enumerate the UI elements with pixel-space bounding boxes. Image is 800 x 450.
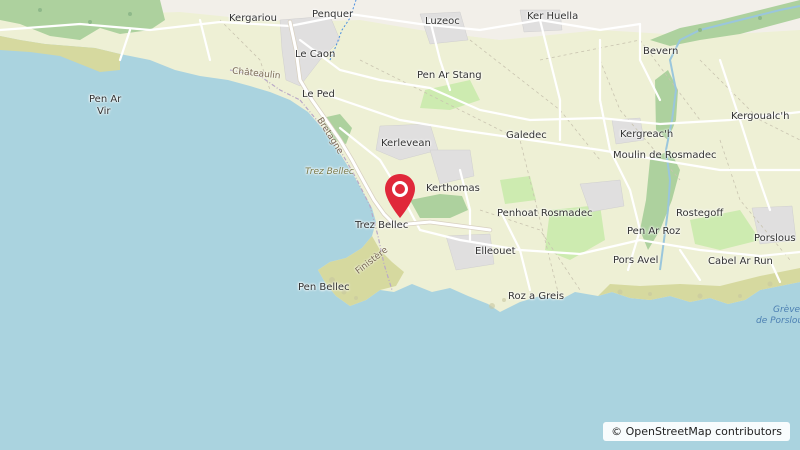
place-luzeoc: Luzeoc — [425, 16, 460, 27]
place-kerthomas: Kerthomas — [426, 183, 480, 194]
place-elleouet: Elleouet — [475, 246, 516, 257]
grass-4 — [500, 176, 536, 204]
place-penquer: Penquer — [312, 9, 354, 20]
place-rostegoff: Rostegoff — [676, 208, 724, 219]
place-penhoat-rosmadec: Penhoat Rosmadec — [497, 208, 593, 219]
place-bevern: Bevern — [643, 46, 679, 57]
place-pen-ar-vir-line1: Pen Ar — [89, 94, 122, 105]
place-le-caon: Le Caon — [295, 49, 336, 60]
place-roz-a-greis: Roz a Greis — [508, 291, 565, 302]
place-pen-ar-vir-line2: Vir — [97, 106, 111, 117]
place-porslous: Porslous — [754, 233, 796, 244]
place-galedec: Galedec — [506, 130, 547, 141]
place-pen-bellec: Pen Bellec — [298, 282, 350, 293]
location-pin-icon[interactable] — [382, 172, 418, 226]
place-cabel-ar-run: Cabel Ar Run — [708, 256, 773, 267]
place-kergoualch: Kergoualc'h — [731, 111, 790, 122]
place-kerlevean: Kerlevean — [381, 138, 431, 149]
attribution[interactable]: © OpenStreetMap contributors — [603, 422, 790, 441]
water-greve-line2: de Porslous — [756, 316, 800, 326]
place-ker-huella: Ker Huella — [527, 11, 579, 22]
place-kergariou: Kergariou — [229, 13, 277, 24]
place-pors-avel: Pors Avel — [613, 255, 659, 266]
place-le-ped: Le Ped — [302, 89, 335, 100]
place-moulin-de-rosmadec: Moulin de Rosmadec — [613, 150, 717, 161]
map-canvas[interactable]: Kergariou Penquer Luzeoc Ker Huella Beve… — [0, 0, 800, 450]
place-pen-ar-roz: Pen Ar Roz — [627, 226, 681, 237]
place-pen-ar-stang: Pen Ar Stang — [417, 70, 482, 81]
place-kergreach: Kergreac'h — [620, 129, 674, 140]
beach-trez-bellec: Trez Bellec — [305, 167, 354, 177]
